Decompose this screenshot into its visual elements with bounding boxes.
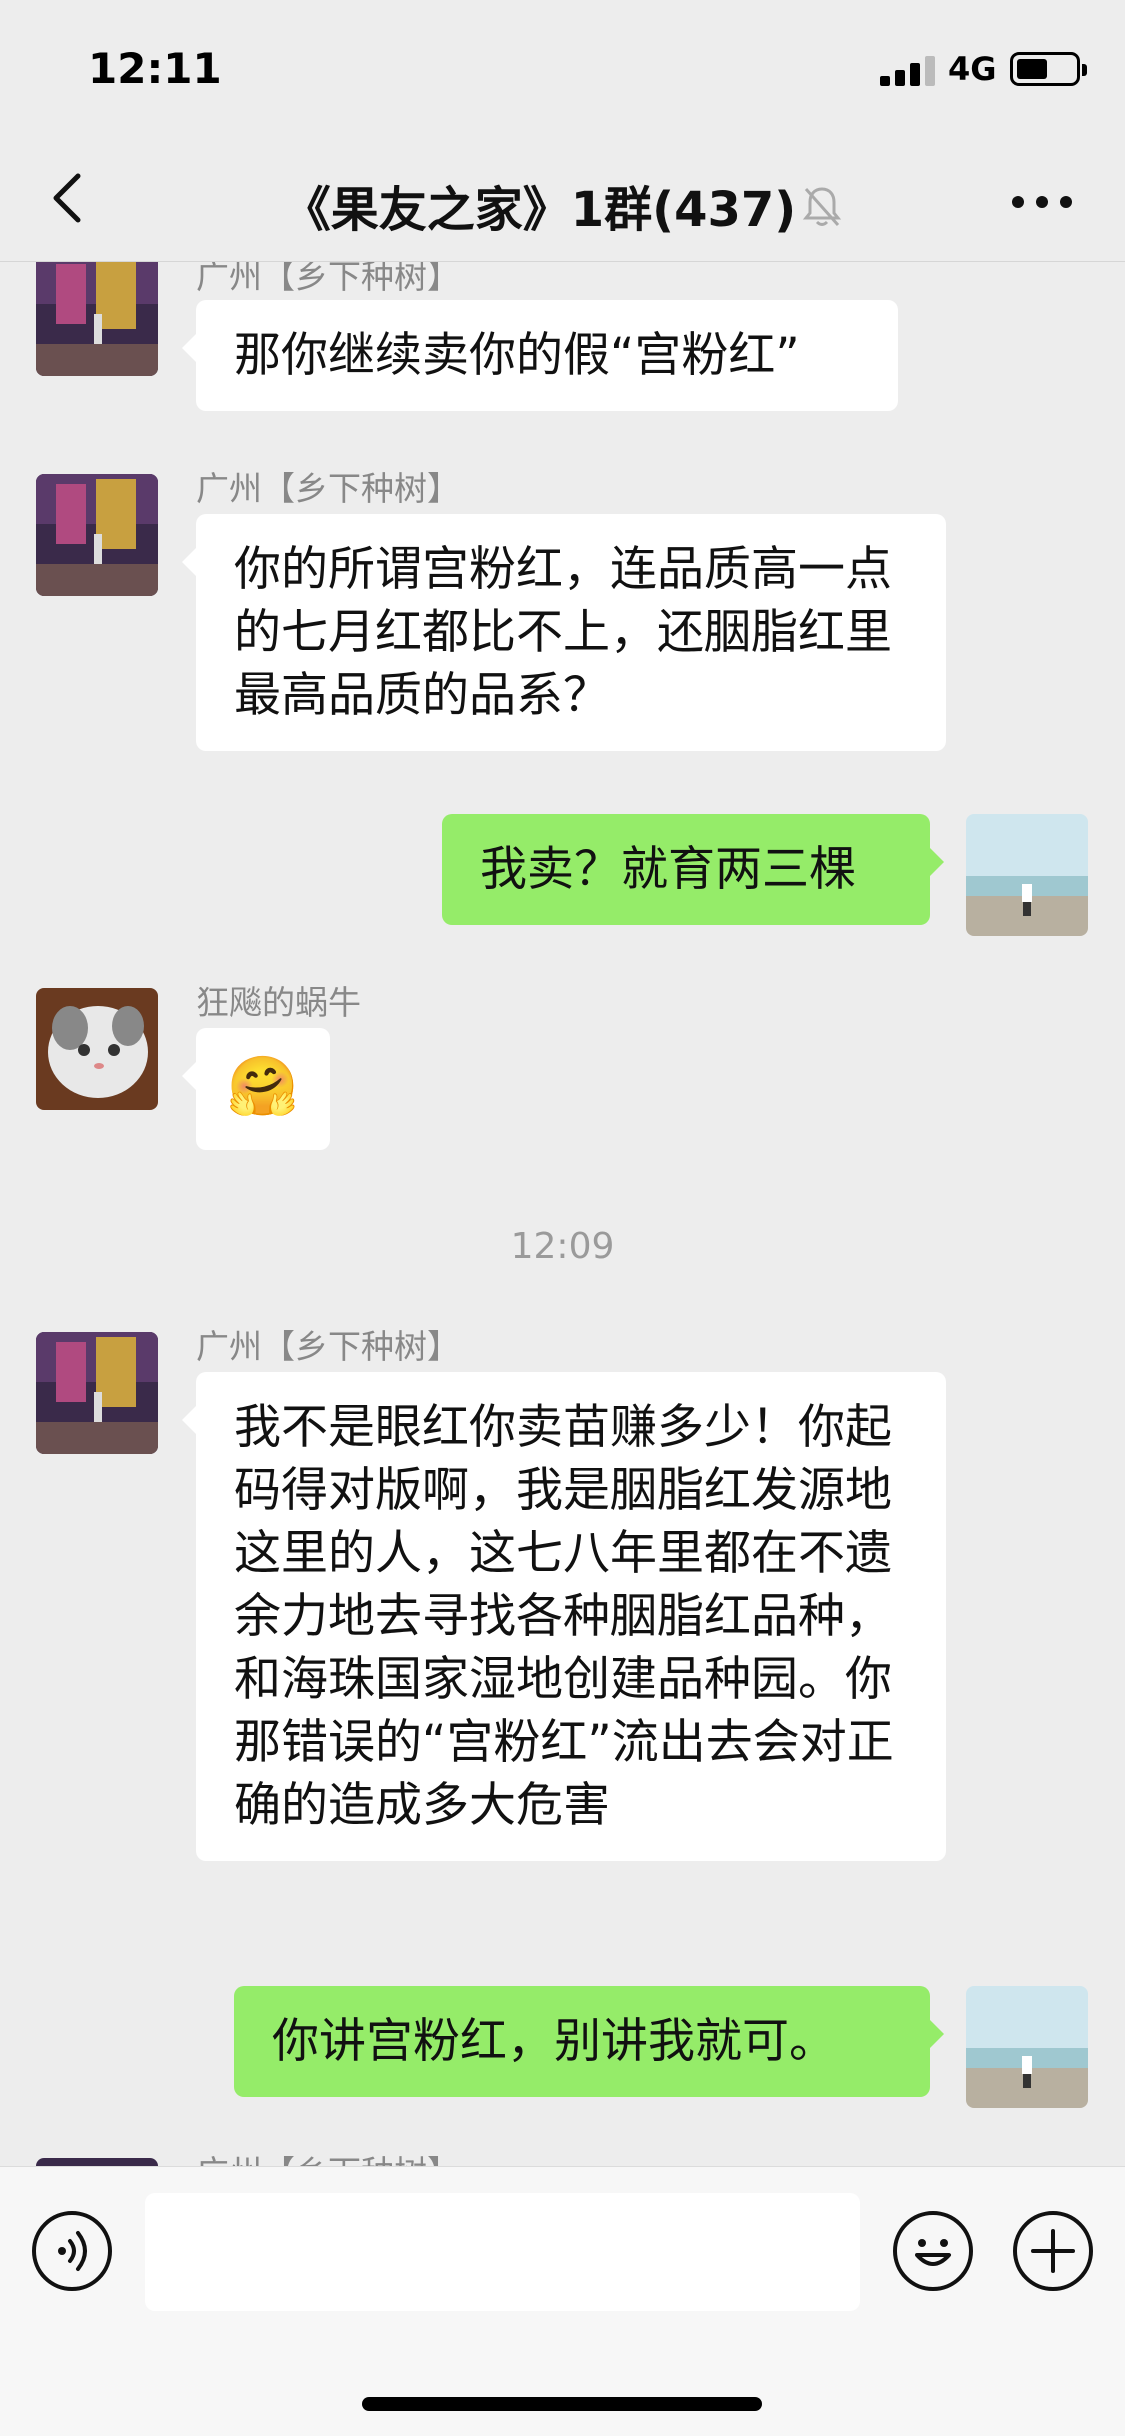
status-bar: 12:11 4G [0, 0, 1125, 140]
message-bubble[interactable]: 那你继续卖你的假“宫粉红” [182, 300, 898, 411]
avatar[interactable] [36, 2158, 158, 2166]
sender-name: 广州【乡下种树】 [196, 1327, 460, 1366]
mute-icon [802, 185, 842, 241]
chat-messages[interactable]: 广州【乡下种树】 那你继续卖你的假“宫粉红” 广州【乡下种树】 你的所谓宫粉红，… [0, 262, 1125, 2166]
avatar[interactable] [966, 1986, 1088, 2108]
avatar[interactable] [36, 474, 158, 596]
battery-icon [1010, 52, 1087, 86]
chat-header: 《果友之家》1群(437) [0, 140, 1125, 262]
message-bubble[interactable]: 你讲宫粉红，别讲我就可。 [234, 1986, 944, 2097]
avatar[interactable] [36, 988, 158, 1110]
avatar[interactable] [36, 262, 158, 376]
message-bubble[interactable]: 你的所谓宫粉红，连品质高一点的七月红都比不上，还胭脂红里最高品质的品系？ [182, 514, 946, 751]
home-indicator[interactable] [362, 2397, 762, 2411]
sender-name: 广州【乡下种树】 [196, 469, 460, 508]
emoji-bubble[interactable]: 🤗 [182, 1028, 330, 1150]
sender-name: 广州【乡下种树】 [196, 262, 460, 296]
plus-icon[interactable] [1013, 2211, 1093, 2291]
avatar[interactable] [966, 814, 1088, 936]
input-bar [0, 2166, 1125, 2436]
chat-title-text: 《果友之家》1群(437) [282, 182, 797, 238]
avatar[interactable] [36, 1332, 158, 1454]
more-icon[interactable] [1012, 196, 1072, 208]
message-bubble[interactable]: 我不是眼红你卖苗赚多少！你起码得对版啊，我是胭脂红发源地这里的人，这七八年里都在… [182, 1372, 946, 1861]
network-type: 4G [948, 50, 997, 88]
message-input[interactable] [145, 2193, 860, 2311]
time-separator: 12:09 [510, 1226, 615, 1267]
chat-title[interactable]: 《果友之家》1群(437) [0, 170, 1125, 241]
signal-icon [880, 56, 938, 86]
message-bubble[interactable]: 我卖？就育两三棵 [442, 814, 944, 925]
sender-name: 广州【乡下种树】 [196, 2146, 460, 2166]
sender-name: 狂飚的蜗牛 [196, 983, 361, 1022]
status-time: 12:11 [88, 44, 222, 93]
emoji-icon[interactable] [893, 2211, 973, 2291]
voice-icon[interactable] [32, 2211, 112, 2291]
